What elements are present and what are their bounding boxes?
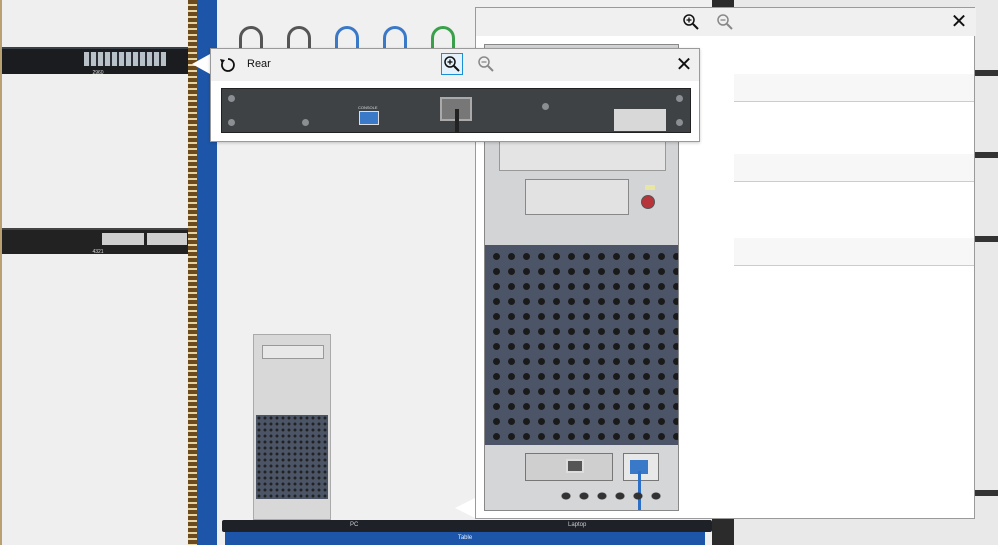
console-label: CONSOLE <box>358 105 378 110</box>
rear-popup-title: Rear <box>247 58 271 70</box>
pc-io-panel <box>485 445 678 510</box>
table-top: PC Laptop <box>222 520 712 532</box>
router-label: 4321 <box>92 249 104 255</box>
close-icon: ✕ <box>950 11 968 33</box>
warning-label <box>614 109 666 131</box>
pc-popup-side-area <box>734 44 974 499</box>
rear-popup-toolbar: Rear ✕ <box>211 49 699 81</box>
rear-popup: Rear ✕ CONSOLE <box>210 48 700 142</box>
router-device[interactable]: 4321 <box>2 228 194 255</box>
switch-label: 2960 <box>92 70 104 76</box>
router-slot <box>102 233 144 245</box>
nic-card <box>525 453 613 481</box>
audio-usb-jacks <box>557 489 667 503</box>
table-label-pc: PC <box>350 522 359 528</box>
side-strip <box>734 74 974 102</box>
side-strip <box>734 154 974 182</box>
popup-pointer-2 <box>455 498 475 518</box>
close-button[interactable]: ✕ <box>948 11 970 33</box>
zoom-out-icon[interactable] <box>714 11 736 33</box>
rs232-port-card <box>623 453 659 481</box>
pc-led <box>645 185 655 190</box>
table-label-laptop: Laptop <box>568 522 587 528</box>
zoom-in-icon[interactable] <box>441 53 463 75</box>
screw <box>228 119 235 126</box>
close-button[interactable]: ✕ <box>673 54 695 76</box>
router-slot-2 <box>147 233 187 245</box>
table-label: Table <box>457 535 473 541</box>
table-base: Table <box>225 532 705 545</box>
power-cable <box>455 109 459 133</box>
zoom-in-icon[interactable] <box>680 11 702 33</box>
pc-drive <box>262 345 324 359</box>
pc-grill <box>485 245 678 445</box>
popup-pointer <box>192 54 210 74</box>
rotate-icon[interactable] <box>217 54 239 76</box>
rack-rail <box>188 0 197 545</box>
workspace-stage: 2960 4321 PC Laptop Table ✕ Rear ✕ CONSO… <box>0 0 998 545</box>
screw <box>676 119 683 126</box>
switch-rear-panel: CONSOLE <box>221 88 691 133</box>
rack-left: 2960 4321 <box>0 0 196 545</box>
ethernet-port[interactable] <box>566 459 584 473</box>
screw <box>542 103 549 110</box>
console-port[interactable] <box>359 111 379 125</box>
side-strip <box>734 238 974 266</box>
switch-device[interactable]: 2960 <box>2 47 194 76</box>
screw <box>228 95 235 102</box>
pc-grill <box>256 415 328 499</box>
pc-popup-toolbar: ✕ <box>476 8 976 36</box>
screw <box>302 119 309 126</box>
close-icon: ✕ <box>675 54 693 76</box>
pc-device[interactable] <box>253 334 331 520</box>
switch-ports <box>84 52 166 66</box>
power-button[interactable] <box>641 195 655 209</box>
pc-drive-bay <box>525 179 629 215</box>
zoom-out-icon[interactable] <box>475 53 497 75</box>
screw <box>676 95 683 102</box>
pc-bay <box>499 141 666 171</box>
